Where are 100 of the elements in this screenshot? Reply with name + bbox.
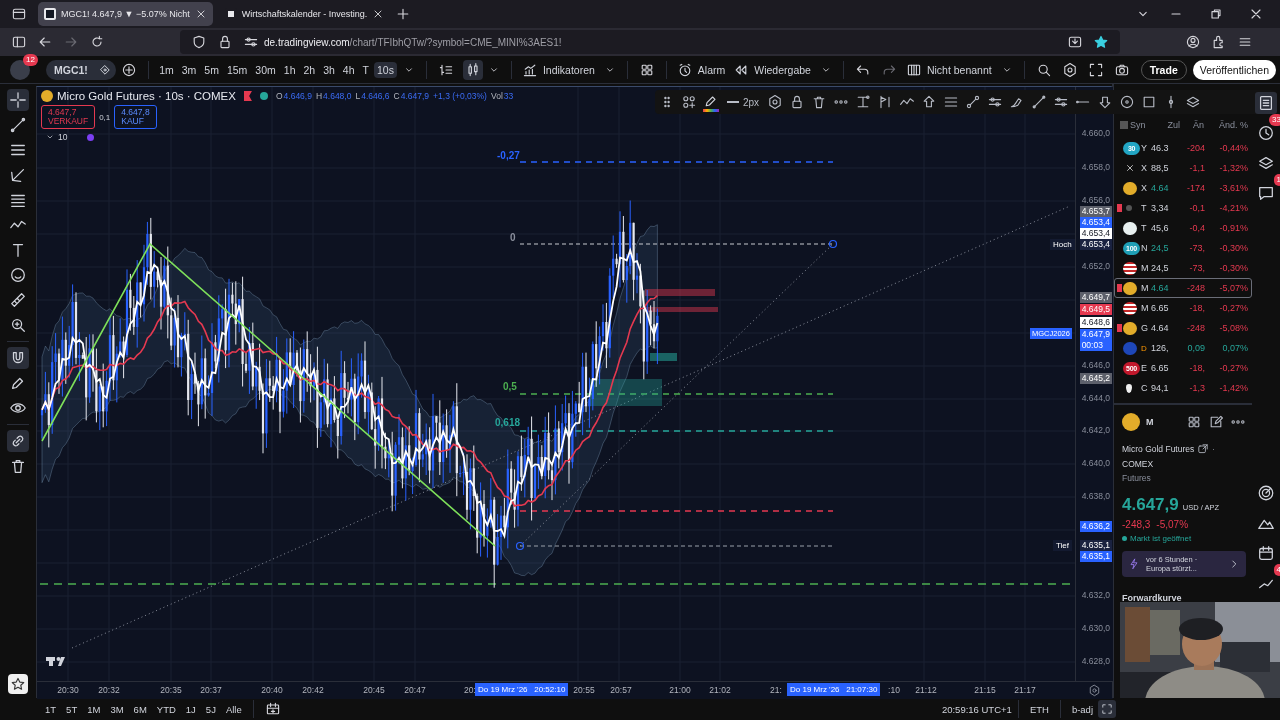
sell-button[interactable]: 4.647,7 VERKAUF (41, 105, 96, 129)
layout-button[interactable]: Nicht benannt (901, 59, 996, 80)
publish-button[interactable]: Veröffentlichen (1192, 59, 1276, 80)
price-label: 4.658,0 (1080, 162, 1111, 173)
table-cell: M (1141, 303, 1149, 313)
time-label: 20:37 (200, 685, 222, 695)
price-tag: 4.653,4 (1079, 239, 1112, 250)
session-button[interactable]: ETH (1024, 701, 1054, 717)
watchlist-row[interactable]: X 88,5 -1,1 -1,32% (1114, 158, 1252, 178)
watchlist-row[interactable]: X 4.64 -174 -3,61% (1114, 178, 1252, 198)
symbol-search-field[interactable]: MGC1! (46, 59, 117, 80)
table-cell: T (1141, 203, 1147, 213)
separator-dot: · (1212, 444, 1215, 454)
watchlist-row[interactable]: M 6.65 -18, -0,27% (1114, 298, 1252, 318)
watchlist-row[interactable]: D 126, 0,09 0,07% (1114, 338, 1252, 358)
table-cell-text: 4.64 (1151, 323, 1170, 333)
range-button[interactable]: YTD (151, 701, 181, 717)
adjustment-button[interactable]: b-adj (1066, 701, 1098, 717)
time-label: 20: (464, 685, 476, 695)
ohlc-value: 4.646,9 (283, 91, 312, 101)
price-tag: 4.649,7 (1079, 292, 1112, 303)
price-tag: 4.649,5 (1079, 304, 1112, 315)
table-cell-text: -73, (1188, 243, 1205, 253)
interval-button[interactable]: 15m (223, 61, 251, 78)
last-price: 4.647,9 (1122, 495, 1179, 515)
crosshair-time-label: Do 19 Mrz '26 21:07:30 (787, 683, 881, 696)
time-label: 21: (770, 685, 782, 695)
ohlc-value: 4.648,0 (323, 91, 352, 101)
table-cell-text: 6.65 (1151, 363, 1170, 373)
time-label: 20:40 (261, 685, 283, 695)
range-button[interactable]: 1J (180, 701, 201, 717)
interval-button[interactable]: 1h (280, 61, 299, 78)
table-cell: X (1141, 163, 1147, 173)
table-cell-text: 94,1 (1151, 383, 1170, 393)
range-button[interactable]: 1T (40, 701, 62, 717)
symbol-text: MGC1! (54, 63, 89, 76)
ohlc-value: 4.647,9 (400, 91, 430, 101)
table-cell-text: 4.64 (1151, 283, 1170, 293)
watchlist-row[interactable]: M 4.64 -248 -5,07% (1114, 278, 1252, 298)
table-cell: N (1141, 243, 1148, 253)
price-tag: 4.648,6 (1079, 317, 1112, 328)
volume-value: 33 (503, 91, 514, 101)
column-header[interactable]: Syn (1130, 120, 1156, 130)
indicators-button[interactable]: Indikatoren (517, 59, 599, 80)
price-label: 4.630,0 (1080, 623, 1111, 634)
interval-button[interactable]: 4h (339, 61, 358, 78)
watchlist-row[interactable]: M 24,5 -73, -0,30% (1114, 258, 1252, 278)
browser-tab[interactable]: Wirtschaftskalender - Investing. (218, 2, 391, 26)
line-width-button[interactable]: 2px (725, 96, 762, 108)
interval-button[interactable]: 30m (252, 61, 279, 78)
volume-label: Vol (490, 91, 503, 101)
browser-tab[interactable]: MGC1! 4.647,9 ▼ −5.07% Nicht (38, 2, 213, 26)
buy-button[interactable]: 4.647,8 KAUF (114, 105, 157, 129)
symbol-text[interactable]: M (1146, 417, 1154, 427)
table-cell-text: -0,4 (1188, 223, 1205, 233)
table-cell-text: 126, (1151, 343, 1170, 353)
time-label: 20:35 (160, 685, 182, 695)
time-label: 21:12 (915, 685, 937, 695)
watchlist-row[interactable]: C 94,1 -1,3 -1,42% (1114, 378, 1252, 398)
table-cell-text: -18, (1188, 303, 1205, 313)
range-button[interactable]: 3M (105, 701, 129, 717)
address-bar[interactable]: de.tradingview.com/chart/TFIbhQTw/?symbol=CME_MINI%3AES1! (180, 30, 1120, 54)
column-header[interactable]: Änd. % (1204, 120, 1248, 130)
range-button[interactable]: 1M (82, 701, 106, 717)
interval-button[interactable]: 5m (201, 61, 222, 78)
interval-button[interactable]: T (359, 61, 372, 78)
time-label: :10 (888, 685, 900, 695)
price-marker-label: Tief (1053, 540, 1073, 551)
interval-button[interactable]: 3h (320, 61, 338, 78)
range-button[interactable]: Alle (220, 701, 247, 717)
instrument-type: Futures (1122, 473, 1152, 483)
watchlist-row[interactable]: T 45,6 -0,4 -0,91% (1114, 218, 1252, 238)
time-label: 20:55 (573, 685, 595, 695)
column-header[interactable]: Zul (1156, 120, 1182, 130)
alarm-button[interactable]: Alarm (672, 59, 730, 80)
price-label: 4.632,0 (1080, 590, 1111, 601)
table-cell-text: -0,27% (1218, 363, 1248, 373)
range-button[interactable]: 5T (61, 701, 83, 717)
replay-button[interactable]: Wiedergabe (729, 59, 815, 80)
table-cell-text: 0,09 (1186, 343, 1205, 353)
interval-button[interactable]: 2h (300, 61, 319, 78)
price-tag: 4.653,4 (1079, 228, 1112, 239)
indicators-toggle[interactable]: 10 (41, 132, 68, 142)
interval-button[interactable]: 3m (178, 61, 200, 78)
notification-badge: 1 (1273, 174, 1280, 186)
range-button[interactable]: 5J (200, 701, 221, 717)
interval-button[interactable]: 10s (373, 61, 397, 78)
symbol-title[interactable]: Micro Gold Futures · 10s · COMEX (57, 90, 236, 102)
time-label: 21:17 (1014, 685, 1036, 695)
watchlist-row[interactable]: G 4.64 -248 -5,08% (1114, 318, 1252, 338)
interval-button[interactable]: 1m (156, 61, 177, 78)
ohlc-label: C (393, 91, 400, 101)
table-cell-text: 24,5 (1151, 263, 1170, 273)
column-header[interactable]: Än (1182, 120, 1204, 130)
table-cell-text: -174 (1186, 183, 1205, 193)
table-cell: E (1141, 363, 1147, 373)
watchlist-row[interactable]: T 3,34 -0,1 -4,21% (1114, 198, 1252, 218)
spread-value: 0,1 (99, 112, 111, 122)
range-button[interactable]: 6M (128, 701, 152, 717)
table-cell: M (1141, 263, 1149, 273)
